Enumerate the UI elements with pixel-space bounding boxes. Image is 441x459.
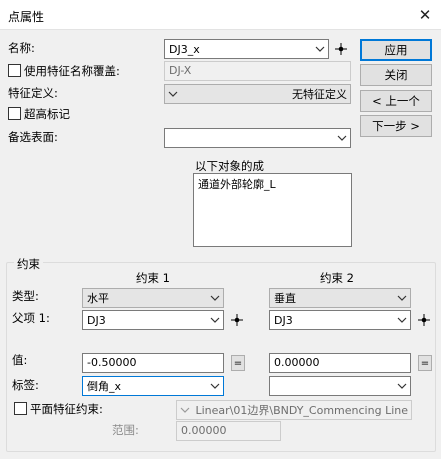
name-label: 名称: [8, 41, 35, 55]
plane-constraint-label: 平面特征约束: [30, 402, 103, 416]
constraint2-tag-combo[interactable] [269, 376, 411, 396]
range-label: 范围: [112, 423, 139, 437]
alt-surface-combo[interactable] [164, 128, 351, 148]
close-button[interactable]: 关闭 [360, 64, 432, 86]
chevron-down-icon [165, 85, 181, 103]
constraint1-type-combo[interactable]: 水平 [82, 288, 224, 308]
name-combo[interactable]: DJ3_x [164, 39, 329, 59]
override-checkbox[interactable] [8, 64, 21, 77]
constraint1-parent-value: DJ3 [87, 313, 106, 327]
parent-label: 父项 1: [12, 311, 50, 325]
constraint2-parent-value: DJ3 [274, 313, 293, 327]
chevron-down-icon [207, 377, 223, 395]
constraint1-type-value: 水平 [87, 292, 109, 305]
constraint1-header: 约束 1 [136, 271, 170, 285]
constraint1-tag-combo[interactable]: 倒角_x [82, 376, 224, 396]
name-value: DJ3_x [169, 42, 200, 56]
composed-of-list[interactable]: 通道外部轮廓_L [193, 173, 352, 247]
constraint1-parent-combo[interactable]: DJ3 [82, 310, 224, 330]
chevron-down-icon [394, 311, 410, 329]
chevron-down-icon [207, 289, 223, 307]
chevron-down-icon [312, 40, 328, 58]
plane-constraint-value: Linear\01边界\BNDY_Commencing Line [195, 404, 408, 417]
window-title: 点属性 [8, 10, 45, 24]
close-icon[interactable]: ✕ [409, 0, 441, 30]
chevron-down-icon [334, 129, 350, 147]
list-item[interactable]: 通道外部轮廓_L [198, 176, 347, 192]
feature-def-value: 无特征定义 [292, 88, 347, 101]
constraint2-header: 约束 2 [320, 271, 354, 285]
chevron-down-icon [177, 401, 193, 419]
constraint1-tag-value: 倒角_x [87, 380, 122, 393]
override-field[interactable]: DJ-X [164, 61, 351, 81]
equals-button[interactable]: = [231, 355, 245, 371]
plane-constraint-combo[interactable]: Linear\01边界\BNDY_Commencing Line [176, 400, 412, 420]
feature-def-label: 特征定义: [8, 86, 58, 100]
constraint1-value-field[interactable]: -0.50000 [82, 353, 224, 373]
pick-point-icon[interactable] [417, 310, 431, 330]
constraint2-value-field[interactable]: 0.00000 [269, 353, 411, 373]
super-mark-checkbox[interactable] [8, 107, 21, 120]
title-bar: 点属性 ✕ [0, 0, 441, 30]
constraint2-type-combo[interactable]: 垂直 [269, 288, 411, 308]
next-button[interactable]: 下一步 > [360, 115, 432, 137]
override-label: 使用特征名称覆盖: [24, 64, 120, 78]
chevron-down-icon [394, 289, 410, 307]
prev-button[interactable]: < 上一个 [360, 90, 432, 112]
type-label: 类型: [12, 289, 39, 303]
equals-button[interactable]: = [418, 355, 432, 371]
chevron-down-icon [207, 311, 223, 329]
constraints-group-label: 约束 [14, 256, 43, 272]
constraint2-parent-combo[interactable]: DJ3 [269, 310, 411, 330]
range-field[interactable]: 0.00000 [176, 421, 281, 441]
apply-button[interactable]: 应用 [360, 39, 432, 61]
value-label: 值: [12, 353, 28, 367]
plane-constraint-checkbox[interactable] [14, 402, 27, 415]
chevron-down-icon [394, 377, 410, 395]
alt-surface-label: 备选表面: [8, 130, 58, 144]
feature-def-combo[interactable]: 无特征定义 [164, 84, 351, 104]
tag-label: 标签: [12, 378, 39, 392]
composed-of-label: 以下对象的成 [195, 159, 264, 173]
pick-point-icon[interactable] [230, 310, 244, 330]
pick-point-icon[interactable] [334, 39, 348, 59]
super-mark-label: 超高标记 [24, 107, 70, 121]
constraint2-type-value: 垂直 [274, 292, 296, 305]
